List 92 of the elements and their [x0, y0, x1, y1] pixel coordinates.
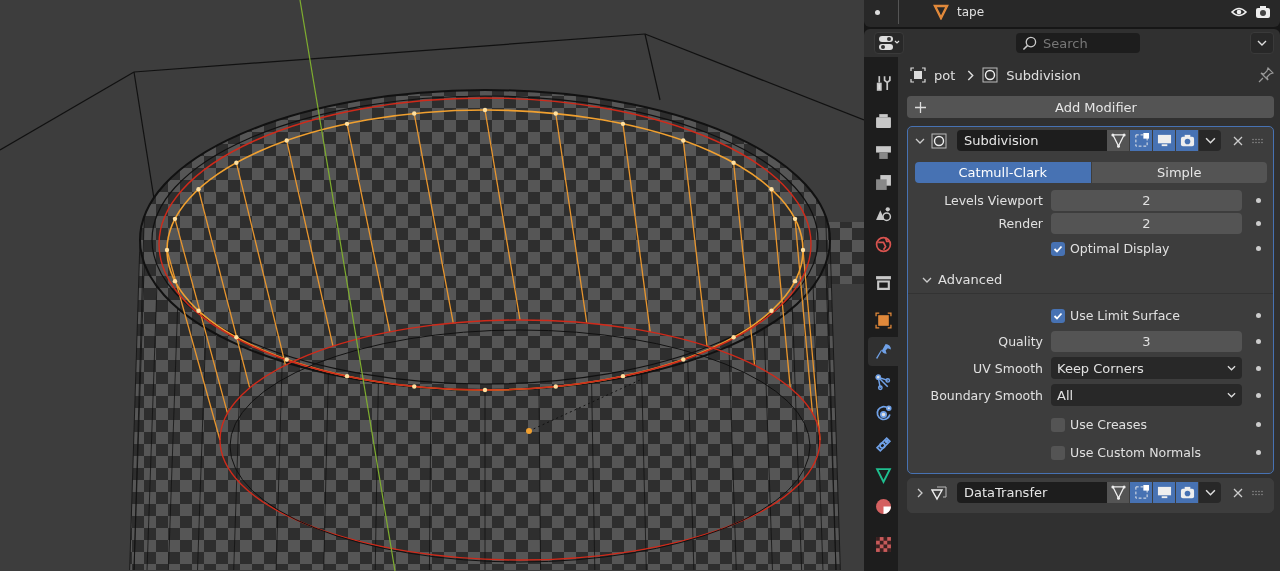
monitor-icon [1156, 133, 1172, 148]
subdivision-type-option[interactable]: Simple [1091, 162, 1267, 183]
render-tab-icon [874, 112, 892, 129]
property-label: Quality [997, 333, 1043, 349]
checkbox-option[interactable]: Use Custom Normals [1051, 445, 1242, 460]
edit-mode-icon [1133, 133, 1149, 148]
dropdown[interactable]: All [1051, 384, 1242, 406]
property-label: Boundary Smooth [929, 387, 1043, 403]
particles-tab-icon [874, 374, 892, 391]
checkbox-option[interactable]: Use Limit Surface [1051, 308, 1242, 323]
constraints-tab-icon [874, 436, 892, 453]
toggle-icon [878, 35, 900, 51]
chevron-down-icon [1204, 137, 1216, 144]
keyframe-dot-icon[interactable] [1256, 392, 1261, 398]
checkbox[interactable] [1051, 241, 1065, 256]
object-icon [910, 67, 926, 83]
world-tab-icon [874, 236, 892, 253]
collection-tab-icon [874, 274, 892, 291]
search-field[interactable]: Search [1016, 33, 1140, 53]
editor-type-button[interactable] [874, 32, 904, 54]
number-field[interactable]: 2 [1051, 189, 1242, 211]
data-tab-icon [874, 467, 892, 484]
number-field[interactable]: 2 [1051, 212, 1242, 234]
view-layer-tab-icon [874, 174, 892, 191]
keyframe-dot-icon[interactable] [1256, 422, 1261, 427]
chevron-down-icon [1257, 40, 1267, 46]
keyframe-dot-icon[interactable] [1256, 197, 1261, 203]
render-toggle[interactable] [1176, 130, 1198, 151]
render-toggle[interactable] [1176, 482, 1198, 503]
pin-icon[interactable] [1258, 67, 1274, 83]
checkbox[interactable] [1051, 308, 1065, 323]
chevron-down-icon [1204, 489, 1216, 496]
keyframe-dot-icon[interactable] [1256, 365, 1261, 371]
chevron-down-icon [1227, 365, 1236, 371]
checkmark-icon [1053, 310, 1063, 321]
camera-icon [1179, 485, 1195, 500]
options-button[interactable] [1250, 32, 1274, 54]
plus-icon [915, 101, 926, 113]
triangle-vertices-icon [1110, 133, 1126, 148]
triangle-vertices-icon [1110, 485, 1126, 500]
close-icon[interactable] [1233, 487, 1243, 498]
drag-handle-icon[interactable] [1251, 137, 1265, 144]
on-cage-toggle[interactable] [1107, 130, 1129, 151]
modifier-name-field[interactable]: Subdivision [957, 130, 1107, 151]
dropdown[interactable]: Keep Corners [1051, 357, 1242, 379]
subdivision-icon [931, 132, 947, 149]
edit-mode-toggle[interactable] [1130, 130, 1152, 151]
subdivision-icon [982, 67, 999, 83]
data-transfer-icon [931, 484, 947, 501]
edit-mode-toggle[interactable] [1130, 482, 1152, 503]
checkbox-option[interactable]: Use Creases [1051, 417, 1242, 432]
camera-icon[interactable] [1255, 4, 1271, 20]
viewport-toggle[interactable] [1153, 482, 1175, 503]
add-modifier-button[interactable]: Add Modifier [907, 96, 1274, 118]
search-icon [1022, 36, 1037, 51]
keyframe-dot-icon[interactable] [1256, 313, 1261, 318]
number-field[interactable]: 3 [1051, 330, 1242, 352]
advanced-section-toggle[interactable]: Advanced [922, 272, 1003, 287]
chevron-right-icon[interactable] [915, 487, 925, 498]
keyframe-dot-icon[interactable] [1256, 246, 1261, 251]
output-tab-icon [874, 143, 892, 160]
tool-tab-icon [874, 74, 892, 91]
physics-tab-icon [874, 405, 892, 422]
keyframe-dot-icon[interactable] [1256, 450, 1261, 455]
bullet-icon [875, 9, 880, 15]
scene-tab-icon [874, 205, 892, 222]
breadcrumb-item: pot [934, 67, 956, 83]
property-label: Render [997, 215, 1043, 231]
edit-mode-icon [1133, 485, 1149, 500]
camera-icon [1179, 133, 1195, 148]
monitor-icon [1156, 485, 1172, 500]
checkbox-option[interactable]: Optimal Display [1051, 241, 1242, 256]
chevron-down-icon [1227, 392, 1236, 398]
chevron-right-icon [967, 69, 975, 81]
viewport-toggle[interactable] [1153, 130, 1175, 151]
modifier-name-field[interactable]: DataTransfer [957, 482, 1107, 503]
keyframe-dot-icon[interactable] [1256, 338, 1261, 344]
menu-button[interactable] [1199, 130, 1221, 151]
close-icon[interactable] [1233, 135, 1243, 146]
keyframe-dot-icon[interactable] [1256, 220, 1261, 226]
texture-tab-icon [874, 536, 892, 553]
property-label: UV Smooth [972, 360, 1043, 376]
property-label: Levels Viewport [943, 192, 1043, 208]
menu-button[interactable] [1199, 482, 1221, 503]
material-tab-icon [874, 498, 892, 515]
subdivision-type-option[interactable]: Catmull-Clark [915, 162, 1091, 183]
modifier-tab[interactable] [868, 337, 898, 366]
object-tab-icon [874, 312, 892, 329]
on-cage-toggle[interactable] [1107, 482, 1129, 503]
breadcrumb-item: Subdivision [1006, 67, 1081, 83]
drag-handle-icon[interactable] [1251, 489, 1265, 496]
checkmark-icon [1053, 243, 1063, 254]
